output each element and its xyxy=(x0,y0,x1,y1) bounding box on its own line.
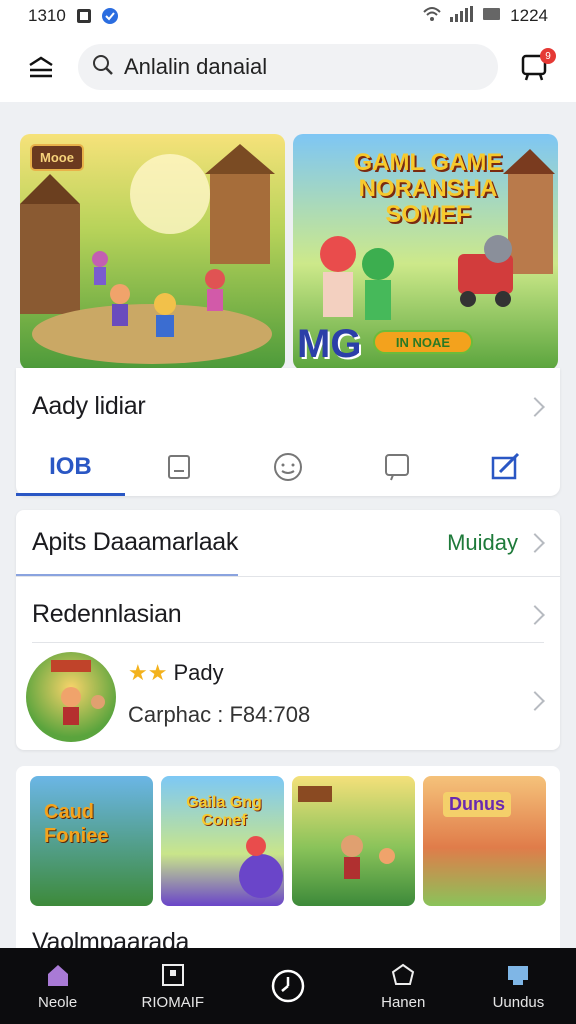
battery-icon xyxy=(482,6,502,27)
promo-banner-1[interactable]: Mooe xyxy=(20,134,285,370)
home-icon xyxy=(47,964,68,986)
game-thumb-3[interactable] xyxy=(292,776,415,906)
chart-icon xyxy=(508,965,529,985)
nav-label-home: Neole xyxy=(38,993,78,1011)
game-avatar-art xyxy=(51,660,105,725)
nav-item-home[interactable]: Neole xyxy=(0,948,115,1024)
game-thumb-2[interactable]: Gaila Gng Conef xyxy=(161,776,284,906)
search-icon xyxy=(92,54,114,81)
banner-2-cta[interactable]: IN NOAE xyxy=(373,330,473,354)
game-thumb-1[interactable]: Caud Foniee xyxy=(30,776,153,906)
menu-button[interactable] xyxy=(18,44,64,90)
nav-label-chat: Hanen xyxy=(381,993,426,1011)
status-time: 1310 xyxy=(28,6,66,25)
game-thumbnails: Caud Foniee Gaila Gng Conef Dunus xyxy=(30,776,546,906)
search-input[interactable] xyxy=(124,54,484,80)
tab-chat[interactable] xyxy=(342,438,451,496)
game-rating: ★★ Pady xyxy=(128,660,224,686)
divider xyxy=(16,576,560,577)
thumb-1-title: Caud Foniee xyxy=(44,801,109,847)
chat-icon xyxy=(392,963,415,985)
chevron-right-icon[interactable] xyxy=(525,691,545,711)
game-thumb-4[interactable]: Dunus xyxy=(423,776,546,906)
section-card-2: Apits Daaamarlaak Muiday Redennlasian ★★… xyxy=(16,510,560,750)
chevron-right-icon[interactable] xyxy=(525,605,545,625)
status-time-right: 1224 xyxy=(510,6,548,25)
section-card-3: Caud Foniee Gaila Gng Conef Dunus Vaolmp… xyxy=(16,766,560,956)
nav-label-grid: RIOMAIF xyxy=(141,993,205,1011)
tab-iob-label: IOB xyxy=(49,453,92,480)
game-rating-label: Pady xyxy=(173,660,224,685)
signal-icon xyxy=(450,5,474,27)
nav-item-chart[interactable]: Uundus xyxy=(461,948,576,1024)
banner-2-logo: MG xyxy=(297,322,362,366)
section-card-1: Aady lidiar IOB xyxy=(16,368,560,496)
star-icon: ★★ xyxy=(128,660,168,685)
section-1-title: Aady lidiar xyxy=(32,392,146,420)
tab-iob[interactable]: IOB xyxy=(16,438,125,496)
tab-document[interactable] xyxy=(125,438,234,496)
divider xyxy=(32,642,544,643)
cart-button[interactable]: 9 xyxy=(512,44,558,90)
face-icon xyxy=(273,453,302,481)
game-avatar xyxy=(26,652,116,742)
search-bar[interactable] xyxy=(78,44,498,90)
thumb-3-art xyxy=(298,786,395,879)
thumb-4-title: Dunus xyxy=(443,792,511,817)
banner-1-tag: Mooe xyxy=(30,144,84,171)
shield-icon xyxy=(101,8,118,24)
banner-carousel[interactable]: Mooe GAML GAME NORANSHA SOMEF MG IN NOAE xyxy=(20,134,558,370)
section-1-tabs: IOB xyxy=(16,438,560,496)
nav-item-clock[interactable] xyxy=(230,948,345,1024)
nav-item-grid[interactable]: RIOMAIF xyxy=(115,948,230,1024)
edit-icon xyxy=(491,452,519,480)
cart-badge: 9 xyxy=(540,48,556,64)
chevron-right-icon[interactable] xyxy=(525,533,545,553)
nav-item-chat[interactable]: Hanen xyxy=(346,948,461,1024)
top-bar: 9 xyxy=(0,32,576,102)
game-code: Carphac : F84:708 xyxy=(128,702,311,727)
thumb-2-art xyxy=(239,836,283,898)
tab-face[interactable] xyxy=(234,438,343,496)
section-2-title: Apits Daaamarlaak xyxy=(32,528,239,556)
game-list-item[interactable]: ★★ Pady Carphac : F84:708 xyxy=(16,646,560,746)
bottom-nav: Neole RIOMAIF Hanen Uundus xyxy=(0,948,576,1024)
document-icon xyxy=(168,455,191,479)
section-2-row-title: Redennlasian xyxy=(32,600,182,628)
notification-icon xyxy=(76,8,92,24)
promo-banner-2[interactable]: GAML GAME NORANSHA SOMEF MG IN NOAE xyxy=(293,134,558,370)
nav-label-chart: Uundus xyxy=(492,993,545,1011)
clock-icon xyxy=(271,969,305,1003)
grid-icon xyxy=(161,963,184,986)
tab-edit[interactable] xyxy=(451,438,560,496)
wifi-icon xyxy=(422,6,442,27)
chevron-right-icon[interactable] xyxy=(525,397,545,417)
menu-icon xyxy=(29,56,53,78)
section-2-action[interactable]: Muiday xyxy=(447,530,518,556)
chat-icon xyxy=(384,454,409,481)
status-bar: 1310 1224 xyxy=(0,0,576,32)
